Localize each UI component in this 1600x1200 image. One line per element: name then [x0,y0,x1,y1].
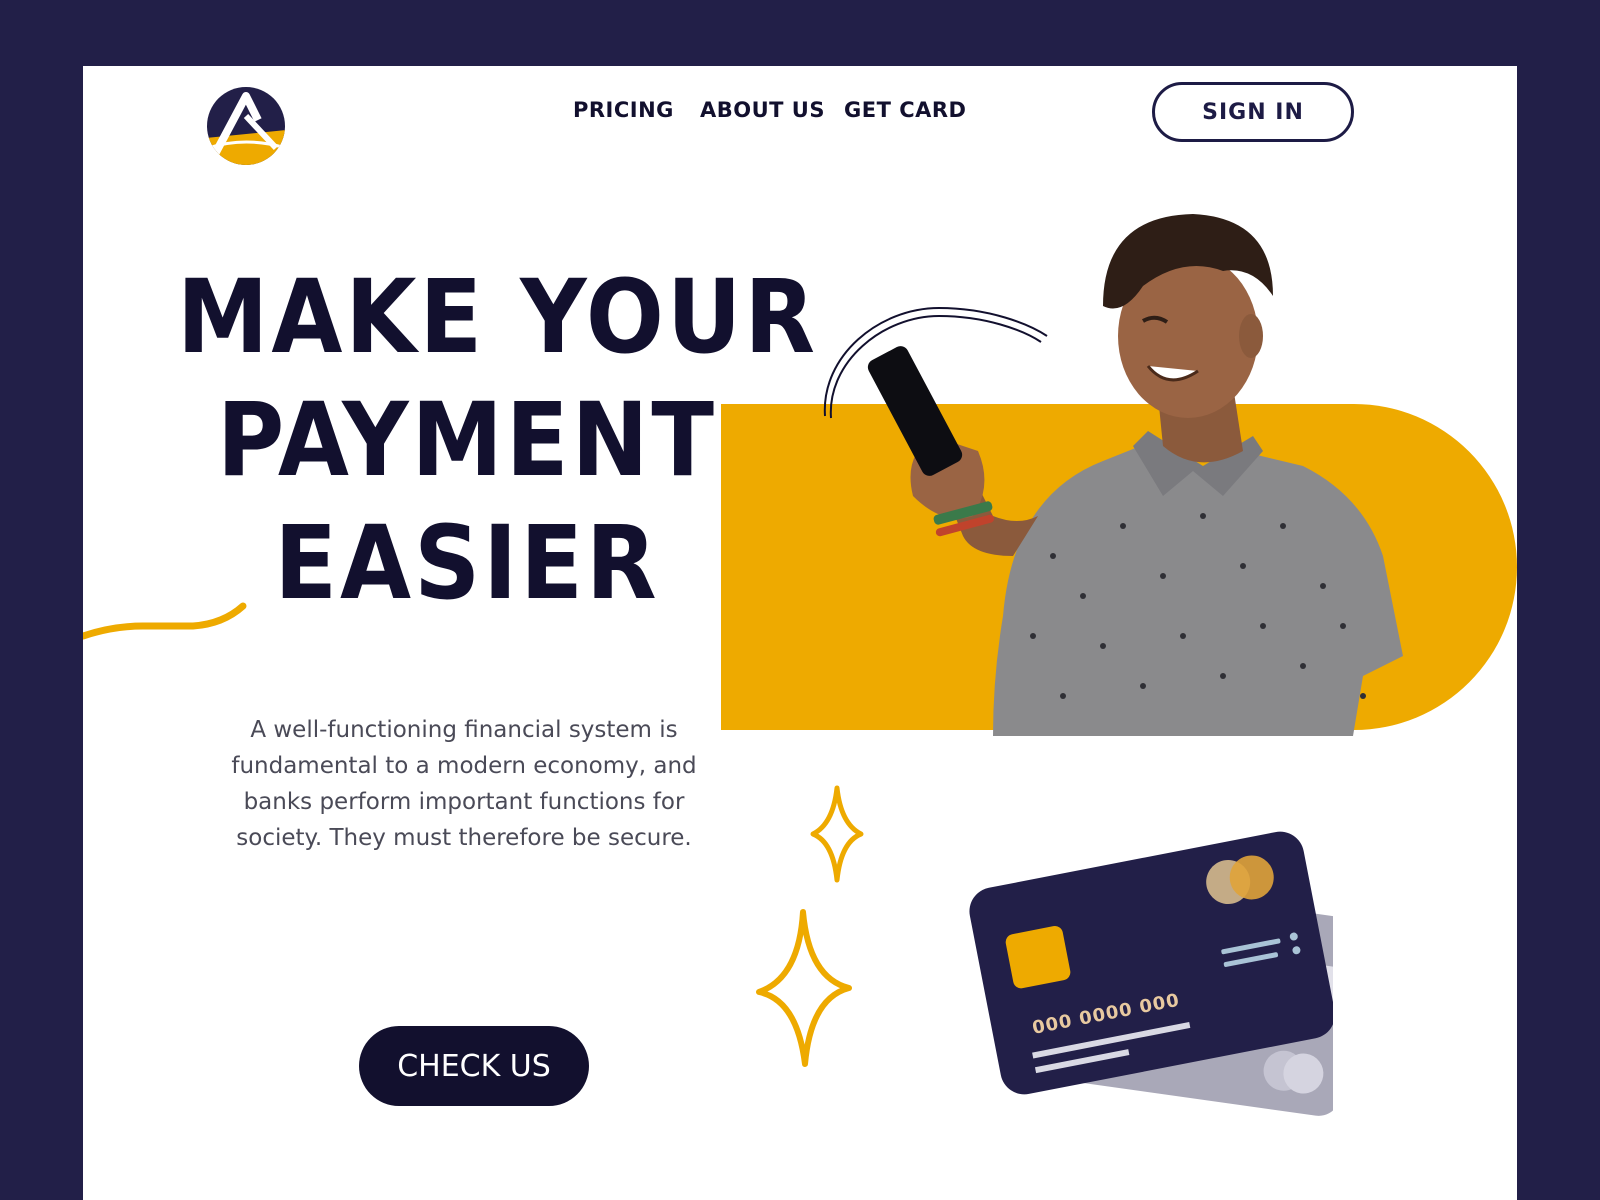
person-with-phone-image [867,214,1403,736]
check-us-button[interactable]: CHECK US [359,1026,589,1106]
squiggle-decoration-icon [83,602,247,640]
nav-link-pricing[interactable]: PRICING [573,98,674,122]
headline-line-2: PAYMENT [216,381,718,500]
landing-page: PRICING ABOUT US GET CARD SIGN IN MAKE Y… [83,66,1517,1200]
sparkle-large-icon [756,909,852,1067]
sparkle-small-icon [810,785,864,883]
sign-in-button[interactable]: SIGN IN [1152,82,1354,142]
headline-line-3: EASIER [274,504,660,623]
hero-headline: MAKE YOUR PAYMENT EASIER [177,256,819,625]
credit-cards-illustration: 000 0000 000 [969,831,1333,1116]
hero-description: A well-functioning financial system is f… [231,717,697,851]
headline-line-1: MAKE YOUR [177,258,819,377]
nav-link-get-card[interactable]: GET CARD [844,98,966,122]
nav-link-about-us[interactable]: ABOUT US [700,98,825,122]
